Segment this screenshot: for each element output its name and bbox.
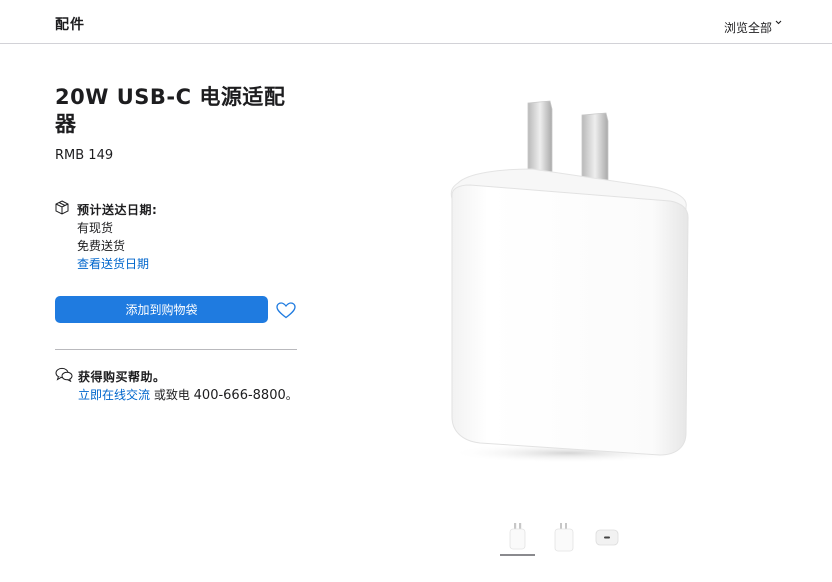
- section-divider: [55, 349, 297, 350]
- help-contact-row: 立即在线交流 或致电 400-666-8800。: [78, 386, 298, 403]
- browse-all-label: 浏览全部: [723, 21, 772, 35]
- chat-now-link[interactable]: 立即在线交流: [78, 388, 150, 402]
- gallery-thumbnail[interactable]: [551, 520, 577, 556]
- help-suffix: 。: [285, 388, 298, 402]
- product-title: 20W USB-C 电源适配器: [55, 85, 286, 136]
- box-icon: [55, 200, 69, 215]
- thumbnail-bottom-view: [595, 529, 619, 546]
- heart-icon[interactable]: [276, 302, 296, 319]
- phone-number: 400-666-8800: [193, 388, 286, 403]
- browse-all-link[interactable]: 浏览全部: [724, 19, 782, 36]
- power-adapter-image: [450, 100, 689, 463]
- product-price: RMB 149: [55, 148, 114, 163]
- gallery-thumbnail[interactable]: [594, 520, 620, 556]
- help-heading: 获得购买帮助。: [78, 370, 166, 384]
- top-nav: 配件 浏览全部: [0, 0, 832, 44]
- stock-status: 有现货: [77, 221, 114, 235]
- gallery-thumbnail[interactable]: [500, 520, 535, 556]
- add-to-bag-button[interactable]: 添加到购物袋: [55, 296, 268, 323]
- thumbnail-front-view: [509, 523, 526, 550]
- delivery-heading: 预计送达日期:: [77, 203, 158, 217]
- call-text: 或致电: [150, 388, 194, 402]
- chevron-down-icon: [775, 20, 782, 25]
- section-title: 配件: [55, 17, 85, 33]
- check-delivery-dates-link[interactable]: 查看送货日期: [77, 255, 149, 272]
- thumbnail-side-view: [554, 523, 574, 552]
- shipping-status: 免费送货: [77, 239, 126, 253]
- chat-bubbles-icon: [55, 367, 73, 382]
